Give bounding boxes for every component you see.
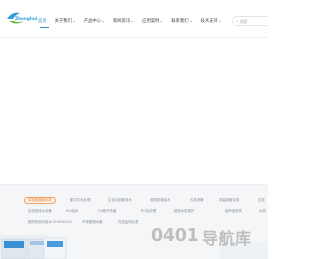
- tag-item[interactable]: EDI纯水: [66, 208, 79, 215]
- nav-active-indicator: [40, 27, 49, 28]
- main-nav: 首页 关于我们 产品中心 新闻资讯 应用案例 联系我们 技术支持: [37, 15, 222, 27]
- tag-item[interactable]: 实验室超纯水机: [24, 197, 56, 204]
- nav-products[interactable]: 产品中心: [83, 15, 105, 27]
- tag-item[interactable]: 石墨消解: [190, 197, 204, 204]
- nav-cases-label: 应用案例: [142, 19, 160, 24]
- tag-item[interactable]: 超声波清洗: [225, 208, 242, 215]
- watermark-number: 0401: [151, 226, 199, 246]
- tag-item[interactable]: UV紫外杀菌: [98, 208, 116, 215]
- tag-item[interactable]: 实验室纯水设备: [28, 208, 52, 215]
- nav-cases[interactable]: 应用案例: [141, 15, 163, 27]
- nav-news[interactable]: 新闻资讯: [112, 15, 134, 27]
- chevron-down-icon: [218, 20, 221, 22]
- chevron-down-icon: [160, 20, 163, 22]
- tag-item[interactable]: 水质: [259, 208, 266, 215]
- site-header: Zhonghui 首页 关于我们 产品中心 新闻资讯 应用案例 联系我们 技术支…: [0, 0, 268, 38]
- page: Zhonghui 首页 关于我们 产品中心 新闻资讯 应用案例 联系我们 技术支…: [0, 0, 268, 259]
- search-box[interactable]: [232, 16, 268, 26]
- nav-products-label: 产品中心: [83, 19, 101, 24]
- nav-news-label: 新闻资讯: [112, 19, 131, 24]
- tag-item[interactable]: 超纯水机维护: [174, 208, 194, 215]
- nav-contact[interactable]: 联系我们: [170, 15, 192, 27]
- chevron-down-icon: [72, 20, 75, 22]
- tag-item[interactable]: 液相质谱纯水: [150, 197, 170, 204]
- nav-support-label: 技术支持: [200, 19, 218, 24]
- tag-item[interactable]: 石墨: [258, 197, 265, 204]
- nav-support[interactable]: 技术支持: [200, 15, 222, 27]
- search-icon[interactable]: [236, 19, 238, 24]
- nav-about-label: 关于我们: [54, 19, 72, 24]
- nav-about[interactable]: 关于我们: [54, 15, 76, 27]
- tag-item[interactable]: 生化仪配套用水: [108, 197, 132, 204]
- tag-item[interactable]: 在线监测仪表: [118, 219, 138, 226]
- nav-home[interactable]: 首页: [37, 15, 48, 27]
- company-logo[interactable]: Zhonghui: [4, 9, 38, 29]
- tag-item[interactable]: 不锈钢储水罐: [82, 219, 102, 226]
- nav-home-label: 首页: [38, 19, 47, 24]
- chevron-down-icon: [189, 20, 192, 22]
- tag-item[interactable]: 医院检验科用水 ZHONGHUI: [28, 219, 72, 226]
- logo-text: Zhonghui: [15, 16, 38, 21]
- tag-item[interactable]: 测量纯度实验: [219, 197, 239, 204]
- tag-item[interactable]: RO反渗透: [141, 208, 156, 215]
- nav-contact-label: 联系我们: [171, 19, 189, 24]
- chevron-down-icon: [131, 20, 134, 22]
- watermark-text: 导航库: [202, 229, 252, 248]
- search-input[interactable]: [240, 18, 268, 24]
- tag-item[interactable]: 集中式水处理: [70, 197, 90, 204]
- chevron-down-icon: [101, 20, 104, 22]
